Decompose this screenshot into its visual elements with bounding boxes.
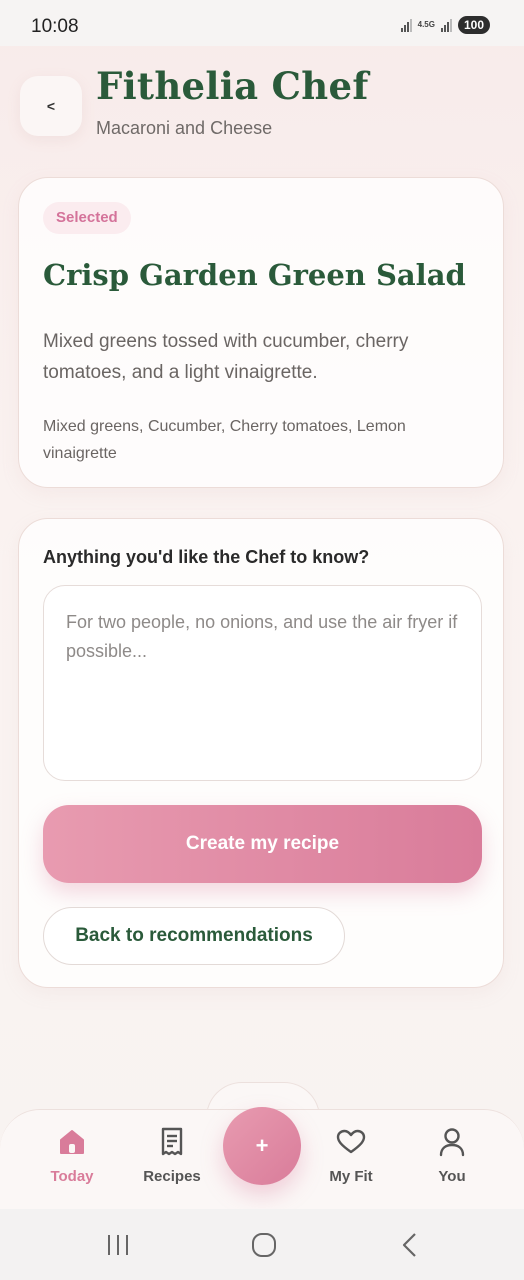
page-subtitle: Macaroni and Cheese	[96, 118, 273, 138]
nav-label-my-fit: My Fit	[329, 1168, 373, 1185]
home-button-icon[interactable]	[244, 1229, 284, 1261]
dish-description: Mixed greens tossed with cucumber, cherr…	[43, 331, 409, 383]
status-time: 10:08	[31, 16, 79, 37]
status-icons: 4.5G 100	[400, 16, 490, 34]
selected-dish-card: Selected Crisp Garden Green Salad Mixed …	[18, 177, 504, 488]
chef-notes-card: Anything you'd like the Chef to know? Cr…	[18, 518, 504, 988]
nav-label-you: You	[438, 1168, 466, 1185]
battery-icon: 100	[457, 16, 490, 34]
app-title: Fithelia Chef	[96, 64, 369, 108]
nav-item-recipes[interactable]: Recipes	[132, 1126, 212, 1185]
network-type: 4.5G	[417, 20, 435, 29]
chef-notes-input[interactable]	[43, 585, 482, 781]
chef-notes-label: Anything you'd like the Chef to know?	[43, 547, 370, 567]
nav-item-my-fit[interactable]: My Fit	[311, 1126, 391, 1185]
home-icon	[56, 1126, 88, 1158]
recipe-book-icon	[156, 1126, 188, 1158]
signal-icon	[400, 18, 412, 32]
signal-icon-2	[440, 18, 452, 32]
system-nav-bar	[0, 1209, 524, 1280]
nav-label-recipes: Recipes	[143, 1168, 201, 1185]
create-recipe-button[interactable]: Create my recipe	[43, 805, 482, 883]
nav-item-today[interactable]: Today	[32, 1126, 112, 1185]
nav-label-today: Today	[50, 1168, 94, 1185]
add-fab-button[interactable]: +	[223, 1107, 301, 1185]
selected-badge: Selected	[43, 202, 131, 234]
system-back-icon[interactable]	[390, 1229, 430, 1261]
back-button[interactable]: <	[20, 76, 82, 136]
heart-icon	[335, 1126, 367, 1158]
dish-ingredients: Mixed greens, Cucumber, Cherry tomatoes,…	[43, 418, 406, 462]
back-to-recommendations-button[interactable]: Back to recommendations	[43, 907, 345, 965]
dish-title: Crisp Garden Green Salad	[43, 258, 466, 292]
nav-item-you[interactable]: You	[412, 1126, 492, 1185]
user-icon	[436, 1126, 468, 1158]
recent-apps-icon[interactable]	[98, 1229, 138, 1261]
status-bar: 10:08 4.5G 100	[0, 0, 524, 46]
